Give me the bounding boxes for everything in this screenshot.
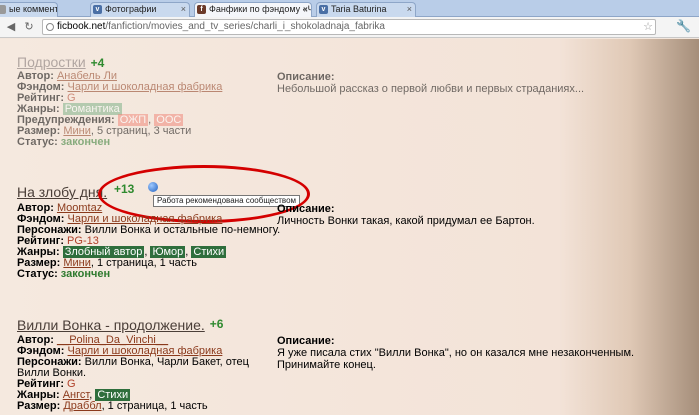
description-text-cont: Принимайте конец. xyxy=(277,359,376,371)
fandom-link[interactable]: Чарли и шоколадная фабрика xyxy=(68,81,223,93)
vk-icon: v xyxy=(319,5,328,14)
tab-label: Taria Baturina xyxy=(331,4,387,14)
fic-meta: Автор: Анабель Ли Фэндом: Чарли и шокола… xyxy=(17,71,222,148)
status-value: закончен xyxy=(60,136,111,148)
fic-description: Описание: Личность Вонки такая, какой пр… xyxy=(277,203,535,227)
characters-value: Вилли Вонка, Чарли Бакет, отец xyxy=(84,356,249,368)
label-description: Описание: xyxy=(277,335,335,347)
globe-icon xyxy=(46,23,54,31)
url-path: /fanfiction/movies_and_tv_series/charli_… xyxy=(105,21,385,32)
size-link[interactable]: Драббл xyxy=(63,400,101,412)
tab-label: Фанфики по фэндому «Ча xyxy=(209,4,312,14)
description-text: Личность Вонки такая, какой придумал ее … xyxy=(277,215,535,227)
page-icon xyxy=(0,5,6,14)
wrench-icon[interactable]: 🔧 xyxy=(676,19,691,33)
description-text: Я уже писала стих "Вилли Вонка", но он к… xyxy=(277,347,635,359)
fic-title[interactable]: Вилли Вонка - продолжение. xyxy=(17,317,205,333)
fic-title[interactable]: Подростки xyxy=(17,54,86,70)
reload-icon[interactable]: ↻ xyxy=(22,20,36,34)
url-host: ficbook.net xyxy=(57,21,106,32)
label-size: Размер: xyxy=(17,400,61,412)
ficbook-icon: f xyxy=(197,5,206,14)
tab-fanfics[interactable]: f Фанфики по фэндому «Ча × xyxy=(194,2,312,17)
star-icon[interactable]: ☆ xyxy=(643,20,653,33)
tab-strip: ые комментарии v Фотографии × f Фанфики … xyxy=(0,0,699,17)
fic-title[interactable]: На злобу дня. xyxy=(17,184,107,200)
label-status: Статус: xyxy=(17,268,58,280)
characters-value: Вилли Вонка и остальные по-немногу. xyxy=(84,224,281,236)
description-text: Небольшой рассказ о первой любви и первы… xyxy=(277,83,585,95)
toolbar: ◀ ↻ ficbook.net/fanfiction/movies_and_tv… xyxy=(0,17,699,38)
status-value: закончен xyxy=(60,268,111,280)
label-status: Статус: xyxy=(17,136,58,148)
label-description: Описание: xyxy=(277,203,335,215)
tab-label: ые комментарии xyxy=(9,4,58,14)
vk-icon: v xyxy=(93,5,102,14)
fic-score: +4 xyxy=(90,56,105,70)
tab-label: Фотографии xyxy=(105,4,157,14)
address-bar[interactable]: ficbook.net/fanfiction/movies_and_tv_ser… xyxy=(42,19,656,35)
fic-score: +6 xyxy=(209,317,224,331)
tab-photos[interactable]: v Фотографии × xyxy=(90,2,190,17)
fic-description: Описание: Я уже писала стих "Вилли Вонка… xyxy=(277,335,634,371)
close-icon[interactable]: × xyxy=(303,3,308,16)
tab-comments[interactable]: ые комментарии xyxy=(0,2,58,17)
fic-meta: Автор: Moomtaz Фэндом: Чарли и шоколадна… xyxy=(17,203,280,280)
close-icon[interactable]: × xyxy=(407,3,412,16)
fic-entry: Подростки +4 xyxy=(17,54,104,70)
fic-description: Описание: Небольшой рассказ о первой люб… xyxy=(277,71,584,95)
page-content: Подростки +4 Автор: Анабель Ли Фэндом: Ча… xyxy=(0,39,699,415)
tab-taria[interactable]: v Taria Baturina × xyxy=(316,2,416,17)
size-rest: , 1 страница, 1 часть xyxy=(101,400,208,412)
fic-entry: На злобу дня. xyxy=(17,184,107,200)
close-icon[interactable]: × xyxy=(181,3,186,16)
back-icon[interactable]: ◀ xyxy=(4,20,18,34)
label-description: Описание: xyxy=(277,71,335,83)
fic-meta: Автор: __Polina_Da_Vinchi__ Фэндом: Чарл… xyxy=(17,335,249,412)
fic-entry: Вилли Вонка - продолжение. +6 xyxy=(17,317,223,333)
